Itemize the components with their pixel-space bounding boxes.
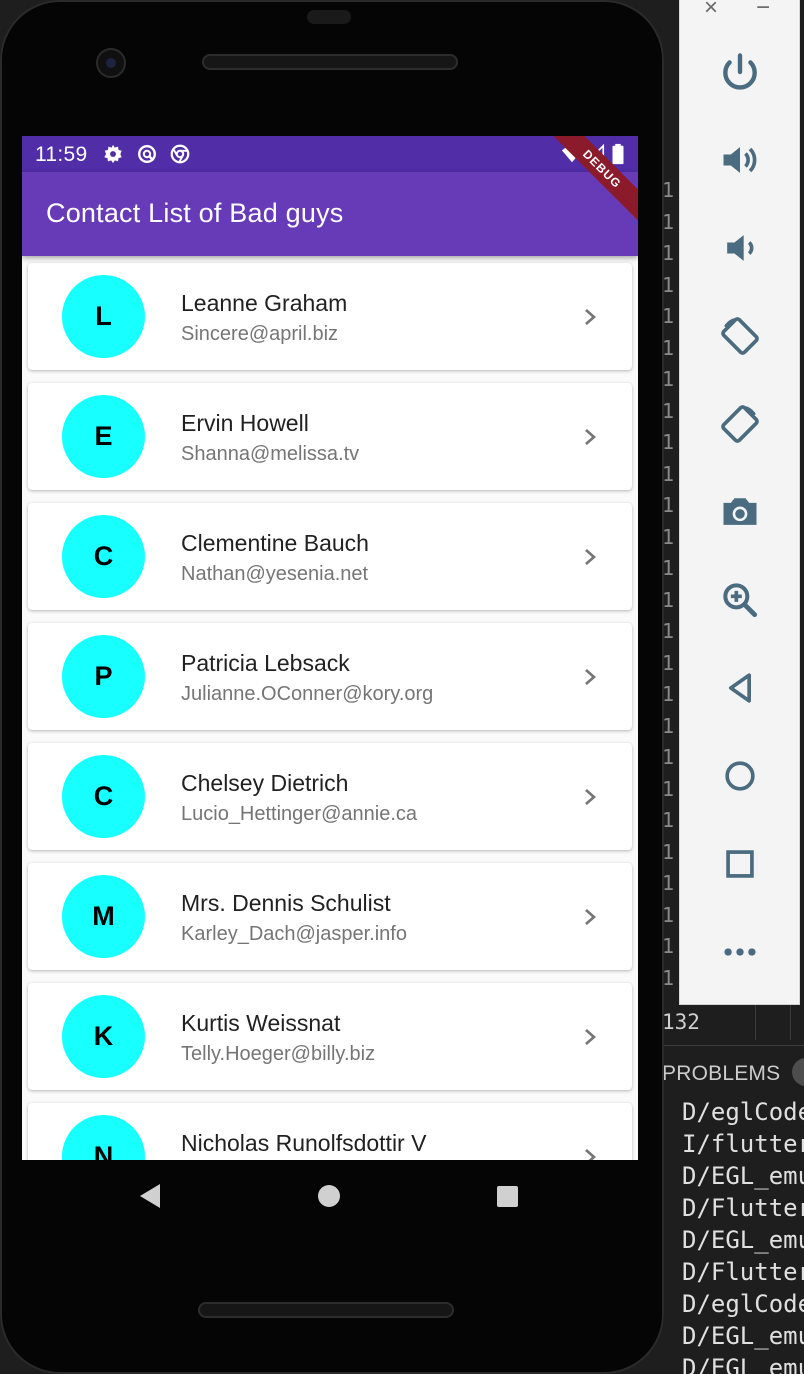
chevron-right-icon: [585, 1149, 596, 1160]
avatar: C: [62, 755, 145, 838]
divider: [755, 1005, 756, 1040]
avatar: N: [62, 1115, 145, 1160]
contact-email: Sincere@april.biz: [181, 323, 339, 345]
contact-card[interactable]: C Clementine Bauch Nathan@yesenia.net: [28, 503, 632, 610]
contact-card[interactable]: L Leanne Graham Sincere@april.biz: [28, 263, 632, 370]
contact-card[interactable]: K Kurtis Weissnat Telly.Hoeger@billy.biz: [28, 983, 632, 1090]
phone-screen: 11:59 DEBUG Contact List of Bad guys L L…: [22, 136, 638, 1160]
app-bar: Contact List of Bad guys: [22, 172, 638, 256]
nav-home-icon[interactable]: [318, 1185, 340, 1207]
zoom-icon[interactable]: [712, 572, 768, 628]
avatar: K: [62, 995, 145, 1078]
front-camera: [96, 48, 126, 78]
phone-notch: [307, 10, 351, 24]
camera-icon[interactable]: [712, 484, 768, 540]
home-icon[interactable]: [712, 748, 768, 804]
minimize-icon[interactable]: −: [756, 0, 770, 22]
chrome-icon: [170, 144, 190, 164]
avatar: E: [62, 395, 145, 478]
contact-name: Ervin Howell: [181, 410, 309, 436]
terminal-line: I/flutter: [682, 1130, 804, 1158]
contact-name: Mrs. Dennis Schulist: [181, 890, 391, 916]
chevron-right-icon: [585, 1029, 596, 1045]
contact-name: Chelsey Dietrich: [181, 770, 349, 796]
avatar: M: [62, 875, 145, 958]
earpiece-speaker: [202, 54, 458, 70]
contact-name: Nicholas Runolfsdottir V: [181, 1130, 427, 1156]
terminal-line: D/eglCode: [682, 1098, 804, 1126]
rotate-left-icon[interactable]: [712, 308, 768, 364]
contact-card[interactable]: E Ervin Howell Shanna@melissa.tv: [28, 383, 632, 490]
contact-email: Telly.Hoeger@billy.biz: [181, 1043, 376, 1065]
avatar: L: [62, 275, 145, 358]
page-title: Contact List of Bad guys: [46, 198, 344, 228]
terminal-line: D/EGL_emu: [682, 1162, 804, 1190]
terminal-line: D/Flutter: [682, 1194, 804, 1222]
nav-recents-icon[interactable]: [497, 1186, 518, 1207]
avatar: C: [62, 515, 145, 598]
nav-back-icon[interactable]: [138, 1183, 162, 1209]
contact-card[interactable]: M Mrs. Dennis Schulist Karley_Dach@jaspe…: [28, 863, 632, 970]
volume-down-icon[interactable]: [712, 220, 768, 276]
contact-email: Lucio_Hettinger@annie.ca: [181, 803, 418, 825]
back-icon[interactable]: [712, 660, 768, 716]
terminal-output: D/eglCode I/flutter D/EGL_emu D/Flutter D/EG…: [682, 1096, 804, 1374]
phone-frame: 11:59 DEBUG Contact List of Bad guys L L…: [0, 0, 664, 1374]
contact-card[interactable]: N Nicholas Runolfsdottir V: [28, 1103, 632, 1160]
chevron-right-icon: [585, 429, 596, 445]
chevron-right-icon: [585, 909, 596, 925]
bottom-speaker: [198, 1302, 454, 1318]
contact-name: Patricia Lebsack: [181, 650, 350, 676]
contact-email: Nathan@yesenia.net: [181, 563, 369, 585]
data-saver-icon: [138, 145, 156, 163]
contact-name: Clementine Bauch: [181, 530, 369, 556]
contact-email: Shanna@melissa.tv: [181, 443, 360, 465]
terminal-line: D/EGL_emu: [682, 1354, 804, 1374]
divider: [790, 1005, 791, 1040]
chevron-right-icon: [585, 669, 596, 685]
contact-card[interactable]: C Chelsey Dietrich Lucio_Hettinger@annie…: [28, 743, 632, 850]
power-icon[interactable]: [712, 44, 768, 100]
line-number: 132: [662, 1010, 700, 1034]
contact-card[interactable]: P Patricia Lebsack Julianne.OConner@kory…: [28, 623, 632, 730]
contact-name: Leanne Graham: [181, 290, 348, 316]
volume-up-icon[interactable]: [712, 132, 768, 188]
chevron-right-icon: [585, 789, 596, 805]
more-icon[interactable]: [712, 924, 768, 980]
contact-email: Julianne.OConner@kory.org: [181, 683, 434, 705]
chevron-right-icon: [585, 309, 596, 325]
close-icon[interactable]: ×: [704, 0, 718, 22]
chevron-right-icon: [585, 549, 596, 565]
terminal-line: D/eglCode: [682, 1290, 804, 1318]
status-bar: 11:59: [22, 136, 638, 172]
overview-icon[interactable]: [712, 836, 768, 892]
contact-email: Karley_Dach@jasper.info: [181, 923, 407, 945]
problems-tab[interactable]: PROBLEMS: [662, 1062, 780, 1086]
emulator-toolbar: × −: [679, 0, 800, 1005]
problems-panel-header[interactable]: PROBLEMS: [640, 1045, 804, 1097]
terminal-line: D/EGL_emu: [682, 1322, 804, 1350]
terminal-line: D/EGL_emu: [682, 1226, 804, 1254]
problems-count-badge: [792, 1058, 804, 1086]
terminal-line: D/Flutter: [682, 1258, 804, 1286]
settings-icon: [104, 144, 122, 164]
status-time: 11:59: [35, 143, 88, 166]
rotate-right-icon[interactable]: [712, 396, 768, 452]
contact-name: Kurtis Weissnat: [181, 1010, 341, 1036]
avatar: P: [62, 635, 145, 718]
battery-icon: [612, 143, 624, 165]
